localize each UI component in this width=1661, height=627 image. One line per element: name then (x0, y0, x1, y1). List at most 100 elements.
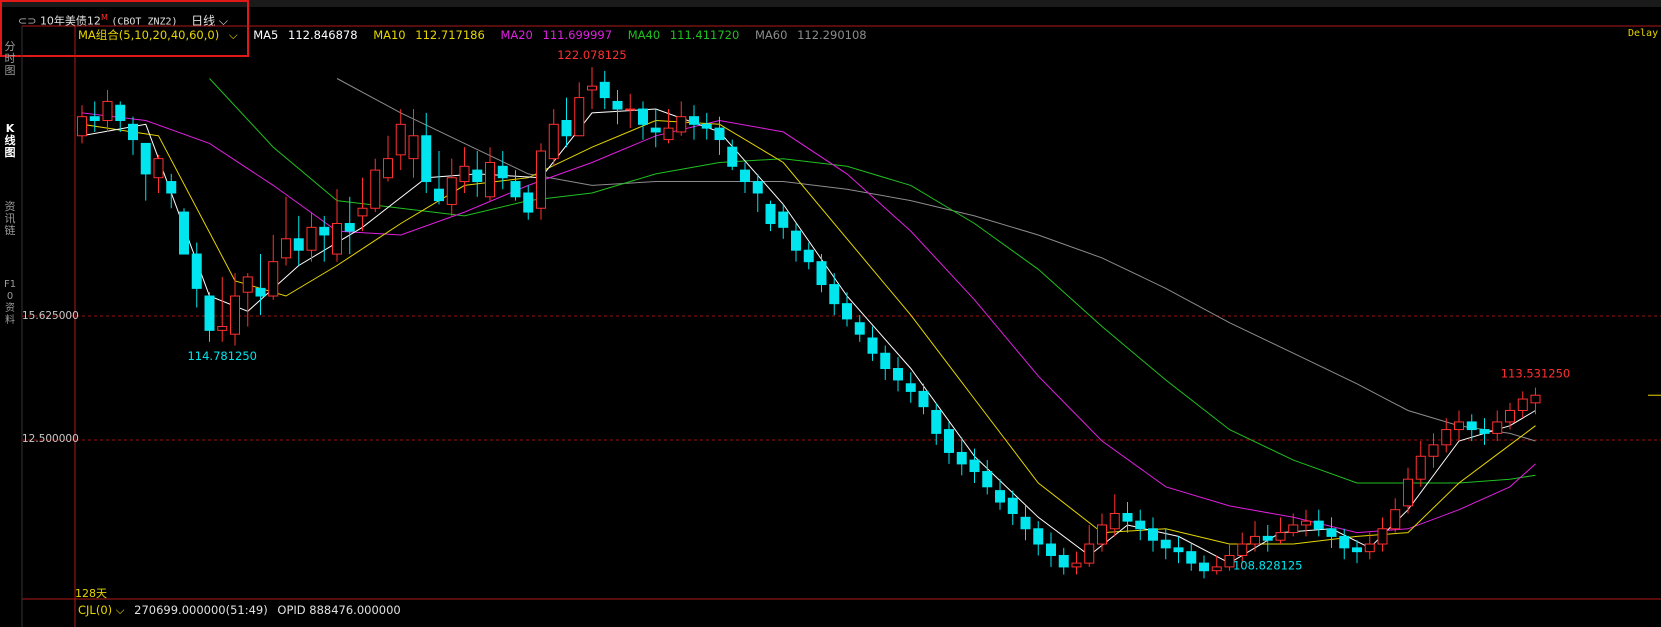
candle-body-105 (1415, 455, 1426, 480)
candle-body-89 (1211, 566, 1222, 572)
candle-body-97 (1313, 520, 1324, 530)
candle-body-30 (459, 165, 470, 183)
candle-body-3 (115, 104, 126, 121)
candle-body-75 (1033, 528, 1044, 545)
candle-body-78 (1071, 562, 1082, 568)
candle-body-71 (982, 471, 993, 488)
candle-body-109 (1466, 421, 1477, 431)
candle-body-5 (140, 142, 151, 175)
cjl-selector[interactable]: CJL(0) ⌵ (78, 603, 125, 617)
candle-body-19 (319, 226, 330, 236)
candle-body-51 (727, 146, 738, 167)
candle-body-20 (332, 223, 342, 255)
candle-body-70 (969, 459, 980, 473)
annotation-low_left: 114.781250 (187, 349, 257, 363)
candle-body-29 (446, 177, 457, 205)
candle-body-68 (944, 429, 954, 453)
candle-body-73 (1007, 497, 1018, 515)
candle-body-6 (153, 158, 164, 179)
ma60-line (336, 78, 1536, 442)
candle-body-66 (918, 390, 929, 408)
annotation-high: 122.078125 (557, 48, 627, 62)
candle-body-24 (383, 158, 393, 179)
candle-body-9 (191, 253, 202, 289)
candle-body-32 (485, 161, 495, 198)
ma10-line (81, 119, 1536, 545)
candle-body-94 (1275, 532, 1286, 541)
candle-body-35 (523, 192, 534, 213)
candle-body-93 (1262, 535, 1273, 541)
candle-body-64 (893, 368, 903, 381)
candle-body-22 (357, 207, 368, 217)
candle-body-99 (1339, 535, 1350, 549)
candle-body-26 (408, 135, 419, 160)
candle-body-103 (1390, 509, 1401, 530)
candle-body-106 (1428, 444, 1439, 457)
candle-body-48 (689, 116, 699, 125)
candle-body-56 (791, 230, 801, 251)
candle-body-1 (89, 116, 100, 121)
candle-body-21 (344, 223, 355, 232)
candle-body-58 (816, 261, 827, 286)
candle-body-81 (1109, 513, 1120, 530)
candle-body-114 (1530, 394, 1541, 404)
candle-body-7 (166, 181, 177, 194)
candle-body-69 (956, 451, 967, 465)
cjl-value: 270699.000000(51:49) (134, 603, 268, 617)
ma20-line (81, 112, 1536, 534)
candle-body-100 (1352, 547, 1362, 553)
candle-body-87 (1186, 551, 1197, 564)
candle-body-95 (1288, 524, 1299, 534)
candle-body-108 (1454, 421, 1464, 431)
kline-chart[interactable]: 122.078125 114.781250 108.828125 113.531250 (0, 0, 1661, 627)
candle-body-76 (1046, 543, 1056, 556)
candle-body-13 (242, 276, 253, 293)
period-count-label: 128天 (75, 587, 107, 600)
candle-body-8 (179, 211, 189, 255)
candle-body-82 (1122, 513, 1133, 522)
candle-body-59 (829, 284, 840, 305)
candle-body-104 (1403, 478, 1413, 507)
candle-body-98 (1326, 528, 1337, 537)
candle-body-74 (1020, 516, 1031, 530)
candle-body-61 (854, 322, 865, 335)
candle-body-11 (217, 326, 228, 331)
candle-body-83 (1135, 520, 1146, 530)
candle-body-96 (1301, 520, 1311, 526)
candle-body-33 (497, 165, 508, 179)
candle-body-43 (625, 108, 636, 111)
candle-body-0 (77, 116, 87, 137)
candle-body-34 (510, 181, 521, 198)
candle-body-85 (1160, 539, 1171, 549)
candle-body-91 (1237, 543, 1248, 556)
candle-body-101 (1364, 543, 1375, 553)
candle-body-77 (1058, 554, 1069, 568)
candle-body-4 (128, 123, 138, 141)
candle-body-50 (714, 127, 725, 141)
candle-body-31 (472, 169, 483, 183)
candle-body-46 (663, 127, 674, 141)
candle-body-60 (842, 303, 852, 320)
candle-body-67 (931, 409, 942, 434)
candle-body-16 (281, 238, 291, 259)
candle-body-107 (1441, 429, 1452, 446)
candle-body-53 (752, 181, 763, 194)
candle-body-79 (1084, 543, 1095, 564)
ma5-line (81, 108, 1536, 564)
candle-body-10 (204, 295, 215, 331)
candle-body-62 (867, 337, 878, 354)
candle-body-47 (676, 116, 687, 133)
candle-body-102 (1377, 528, 1388, 545)
candle-body-112 (1505, 409, 1515, 423)
candle-body-88 (1199, 562, 1209, 572)
candle-body-86 (1173, 547, 1184, 553)
annotation-low_right: 108.828125 (1233, 559, 1303, 573)
annotation-last: 113.531250 (1501, 367, 1571, 381)
candle-body-65 (905, 383, 916, 392)
candle-body-18 (306, 226, 317, 251)
candle-body-15 (268, 261, 279, 297)
candle-body-80 (1097, 524, 1107, 545)
candle-body-92 (1250, 535, 1260, 545)
candle-body-23 (370, 169, 381, 209)
candle-body-113 (1517, 398, 1528, 411)
